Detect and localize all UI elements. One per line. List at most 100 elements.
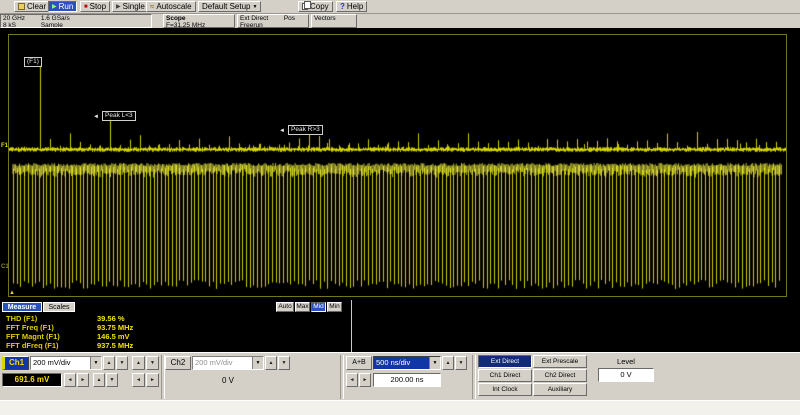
ch2-scale-dropdown[interactable]: 200 mV/div ▼ — [192, 356, 264, 370]
ch1-fine-right-button[interactable]: ► — [146, 373, 159, 387]
timebase-scale-value: 500 ns/div — [374, 357, 429, 369]
default-setup-label: Default Setup — [202, 2, 250, 11]
trigger-ext-direct-button[interactable]: Ext Direct — [478, 355, 532, 368]
ch1-offset-up-button[interactable]: ▲ — [93, 373, 105, 387]
f1-axis-label: F1 — [1, 143, 8, 149]
waveform-canvas[interactable] — [9, 35, 786, 296]
timebase-up-button[interactable]: ▲ — [442, 356, 454, 370]
stop-button[interactable]: ■ Stop — [80, 1, 110, 12]
display-mid-button[interactable]: Mid — [311, 302, 326, 312]
measure-row-label: FFT Magnt (F1) — [6, 332, 60, 341]
measure-row-value: 146.5 mV — [97, 332, 130, 341]
ch1-offset-right-button[interactable]: ► — [77, 373, 89, 387]
measure-panel: Measure Scales Auto Max Mid Min THD (F1)… — [0, 300, 800, 352]
trigger-int-clock-button[interactable]: Int Clock — [478, 383, 532, 396]
peak-left-marker[interactable]: Peak L<3 — [102, 111, 136, 121]
timebase-mode-button[interactable]: A+B — [346, 356, 372, 370]
display-style-value: Vectors — [314, 15, 354, 22]
plot-area: (F1) ◄ Peak L<3 ◄ Peak R>3 F1 C1 ▲ — [0, 28, 800, 300]
copy-label: Copy — [310, 2, 329, 11]
ch1-fine-left-button[interactable]: ◄ — [132, 373, 145, 387]
bottom-strip — [0, 400, 800, 415]
stop-icon: ■ — [84, 4, 88, 10]
chevron-down-icon: ▼ — [252, 357, 263, 369]
delay-left-button[interactable]: ◄ — [346, 373, 358, 387]
timebase-delay-display[interactable]: 200.00 ns — [373, 373, 441, 387]
timebase-scale-dropdown[interactable]: 500 ns/div ▼ — [373, 356, 441, 370]
measure-row-label: THD (F1) — [6, 314, 37, 323]
single-label: Single — [123, 2, 145, 11]
clear-icon — [18, 3, 25, 10]
display-max-button[interactable]: Max — [295, 302, 310, 312]
peak-right-arrow-icon: ◄ — [279, 128, 285, 134]
measure-row-value: 93.75 MHz — [97, 323, 133, 332]
help-button[interactable]: ? Help — [336, 1, 367, 12]
tab-measure[interactable]: Measure — [2, 302, 42, 312]
ch2-scale-value: 200 mV/div — [193, 357, 252, 369]
measure-row-value: 937.5 MHz — [97, 341, 133, 350]
run-icon: ▶ — [52, 4, 57, 10]
ch1-scale-down-button[interactable]: ▼ — [116, 356, 128, 370]
trigger-auxiliary-button[interactable]: Auxiliary — [533, 383, 587, 396]
single-icon: ▶ — [116, 4, 121, 10]
ch1-fine-up-button[interactable]: ▲ — [132, 356, 145, 370]
help-icon: ? — [340, 4, 345, 10]
separator — [340, 355, 344, 399]
trigger-ch1-direct-button[interactable]: Ch1 Direct — [478, 369, 532, 382]
ch1-scale-up-button[interactable]: ▲ — [103, 356, 115, 370]
ch1-button[interactable]: Ch1 — [2, 356, 29, 370]
ch2-offset-value: 0 V — [192, 376, 264, 385]
measure-panel-frame: Measure Scales Auto Max Mid Min THD (F1)… — [0, 300, 352, 352]
ch1-scale-value: 200 mV/div — [31, 357, 90, 369]
bandwidth-value: 20 GHz — [3, 15, 39, 22]
trigger-slope-value: Pos — [284, 15, 295, 22]
run-button[interactable]: ▶ Run — [48, 1, 77, 12]
peak-right-marker[interactable]: Peak R>3 — [288, 125, 323, 135]
clear-button[interactable]: Clear — [14, 1, 50, 12]
ch1-offset-down-button[interactable]: ▼ — [106, 373, 118, 387]
ch2-button[interactable]: Ch2 — [165, 356, 191, 370]
ch1-offset-display[interactable]: 691.6 mV — [2, 373, 62, 387]
ch2-scale-up-button[interactable]: ▲ — [265, 356, 277, 370]
run-label: Run — [59, 2, 74, 11]
ch1-scale-dropdown[interactable]: 200 mV/div ▼ — [30, 356, 102, 370]
trigger-source-value: Ext Direct — [240, 15, 282, 22]
peak-left-arrow-icon: ◄ — [93, 114, 99, 120]
measure-row-label: FFT dFreq (F1) — [6, 341, 59, 350]
acquisition-info-box: 20 GHz 1.6 GSa/s 8 kS Sample — [0, 14, 152, 28]
trigger-ch2-direct-button[interactable]: Ch2 Direct — [533, 369, 587, 382]
clear-label: Clear — [27, 2, 46, 11]
display-min-button[interactable]: Min — [327, 302, 342, 312]
single-button[interactable]: ▶ Single — [112, 1, 149, 12]
delay-right-button[interactable]: ► — [359, 373, 371, 387]
autoscale-icon: ≈ — [150, 4, 154, 10]
separator — [472, 355, 476, 399]
f1-trace-annotation: (F1) — [24, 57, 42, 67]
display-auto-button[interactable]: Auto — [276, 302, 294, 312]
display-style-box[interactable]: Vectors — [311, 14, 357, 28]
default-setup-button[interactable]: Default Setup ▼ — [198, 1, 261, 12]
trigger-position-icon[interactable]: ▲ — [9, 290, 15, 296]
sample-rate-value: 1.6 GSa/s — [41, 15, 70, 22]
ch2-scale-down-button[interactable]: ▼ — [278, 356, 290, 370]
control-bar: Ch1 200 mV/div ▼ ▲ ▼ 691.6 mV ◄ ► ▲ ▼ ▲ … — [0, 352, 800, 400]
trigger-status-box[interactable]: Ext Direct Pos Freerun — [237, 14, 309, 28]
trigger-level-display[interactable]: 0 V — [598, 368, 654, 382]
ch1-offset-left-button[interactable]: ◄ — [64, 373, 76, 387]
chevron-down-icon: ▼ — [429, 357, 440, 369]
ch1-fine-down-button[interactable]: ▼ — [146, 356, 159, 370]
copy-button[interactable]: Copy — [298, 1, 333, 12]
help-label: Help — [347, 2, 363, 11]
measure-row-label: FFT Freq (F1) — [6, 323, 54, 332]
copy-icon — [302, 3, 308, 10]
trigger-ext-prescale-button[interactable]: Ext Prescale — [533, 355, 587, 368]
tab-scales[interactable]: Scales — [43, 302, 75, 312]
c1-axis-label: C1 — [1, 264, 9, 270]
scope-status-title: Scope — [166, 15, 232, 22]
scope-status-box[interactable]: Scope F=31.25 MHz — [163, 14, 235, 28]
status-row: 20 GHz 1.6 GSa/s 8 kS Sample Scope F=31.… — [0, 14, 800, 28]
timebase-down-button[interactable]: ▼ — [455, 356, 467, 370]
oscilloscope-app: Clear ▶ Run ■ Stop ▶ Single ≈ Autoscale … — [0, 0, 800, 415]
autoscale-button[interactable]: ≈ Autoscale — [146, 1, 196, 12]
stop-label: Stop — [90, 2, 106, 11]
